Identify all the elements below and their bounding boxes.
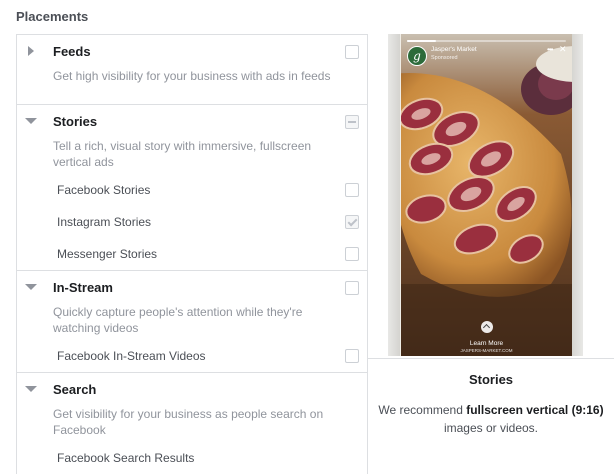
section-title: Feeds bbox=[53, 44, 91, 59]
recommendation-text: images or videos. bbox=[443, 421, 539, 435]
section-feeds[interactable]: Feeds Get high visibility for your busin… bbox=[17, 35, 367, 105]
placement-item[interactable]: Facebook Search Results bbox=[17, 443, 367, 474]
preview-area: g Jasper's Market Sponsored ••• ✕ Learn … bbox=[368, 34, 614, 358]
section-description: Quickly capture people's attention while… bbox=[53, 305, 303, 335]
cta-label: Learn More bbox=[469, 340, 504, 347]
section-title: In-Stream bbox=[53, 280, 113, 295]
story-progress-bar bbox=[407, 40, 566, 42]
divider bbox=[368, 358, 614, 359]
section-title: Stories bbox=[53, 114, 98, 129]
placement-label: Facebook Search Results bbox=[57, 451, 195, 465]
section-stories[interactable]: Stories Tell a rich, visual story with i… bbox=[17, 105, 367, 271]
tart-photo bbox=[401, 34, 572, 356]
section-instream[interactable]: In-Stream Quickly capture people's atten… bbox=[17, 271, 367, 373]
stories-checkbox[interactable] bbox=[345, 115, 359, 129]
placement-item[interactable]: Facebook Stories bbox=[17, 175, 367, 207]
recommendation-format: fullscreen vertical (9:16) bbox=[466, 403, 604, 417]
chevron-up-icon bbox=[480, 321, 493, 333]
placement-preview: g Jasper's Market Sponsored ••• ✕ Learn … bbox=[368, 34, 614, 474]
placement-label: Facebook Stories bbox=[57, 183, 151, 197]
section-title: Search bbox=[53, 382, 97, 397]
phone-edge bbox=[388, 34, 400, 356]
feeds-checkbox[interactable] bbox=[345, 45, 359, 59]
instream-checkbox[interactable] bbox=[345, 281, 359, 295]
cta-url: JASPERS-MARKET.COM bbox=[460, 348, 513, 353]
facebook-instream-checkbox[interactable] bbox=[345, 349, 359, 363]
placement-item[interactable]: Instagram Stories bbox=[17, 207, 367, 239]
placement-label: Facebook In-Stream Videos bbox=[57, 349, 206, 363]
section-search[interactable]: Search Get visibility for your business … bbox=[17, 373, 367, 474]
story-cta: Learn More JASPERS-MARKET.COM bbox=[401, 320, 572, 353]
story-progress-fill bbox=[407, 40, 436, 42]
brand-logo: g bbox=[407, 46, 427, 66]
collapse-arrow-icon[interactable] bbox=[25, 118, 37, 124]
preview-title: Stories bbox=[468, 372, 514, 387]
close-icon: ✕ bbox=[559, 44, 567, 54]
preview-recommendation: We recommend fullscreen vertical (9:16) … bbox=[378, 401, 604, 437]
story-ad-preview: g Jasper's Market Sponsored ••• ✕ Learn … bbox=[401, 34, 572, 356]
section-description: Get visibility for your business as peop… bbox=[53, 407, 324, 437]
placement-item[interactable]: Messenger Stories bbox=[17, 239, 367, 271]
collapse-arrow-icon[interactable] bbox=[25, 386, 37, 392]
instagram-stories-checkbox[interactable] bbox=[345, 215, 359, 229]
messenger-stories-checkbox[interactable] bbox=[345, 247, 359, 261]
expand-arrow-icon[interactable] bbox=[28, 46, 34, 56]
collapse-arrow-icon[interactable] bbox=[25, 284, 37, 290]
placements-list: Feeds Get high visibility for your busin… bbox=[16, 34, 368, 474]
placements-heading: Placements bbox=[16, 9, 89, 24]
phone-edge bbox=[571, 34, 583, 356]
brand-name: Jasper's Market bbox=[431, 46, 477, 53]
recommendation-text: We recommend bbox=[378, 403, 467, 417]
section-description: Tell a rich, visual story with immersive… bbox=[53, 139, 312, 169]
section-description: Get high visibility for your business wi… bbox=[53, 69, 331, 83]
placement-label: Messenger Stories bbox=[57, 247, 158, 261]
more-options-icon: ••• bbox=[547, 45, 553, 54]
placement-label: Instagram Stories bbox=[57, 215, 152, 229]
placement-item[interactable]: Facebook In-Stream Videos bbox=[17, 341, 367, 373]
sponsored-label: Sponsored bbox=[431, 55, 458, 61]
facebook-stories-checkbox[interactable] bbox=[345, 183, 359, 197]
